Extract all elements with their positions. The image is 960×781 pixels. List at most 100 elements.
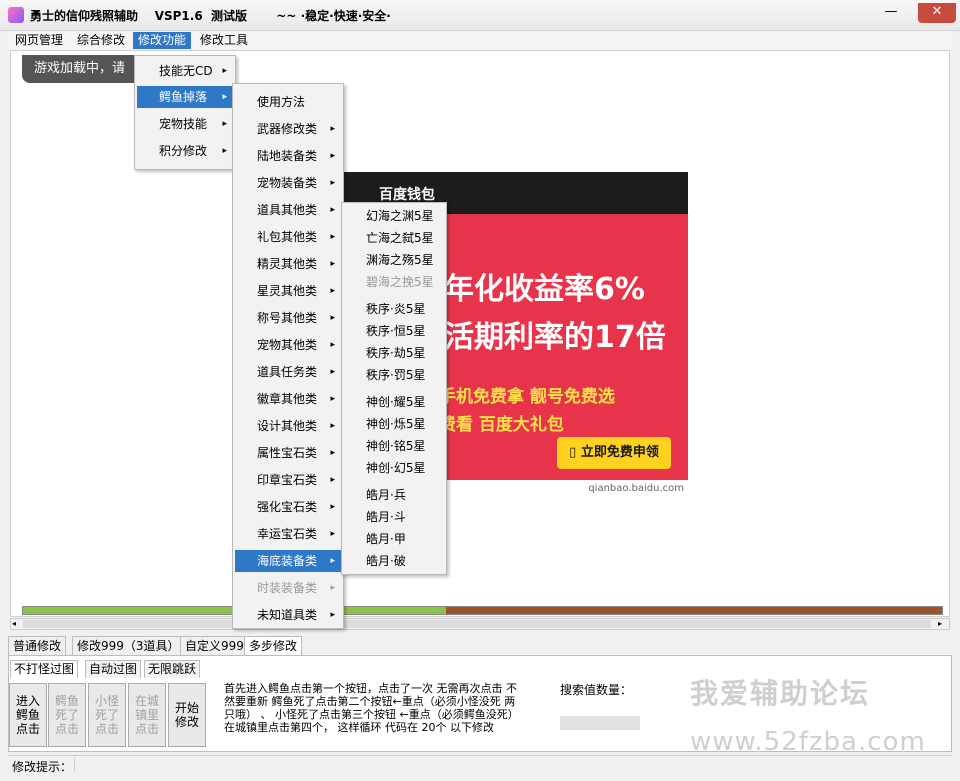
menu-item-seal-gem[interactable]: 印章宝石类 ▸ [235,469,341,491]
menu-modify-functions[interactable]: 修改功能 [133,32,192,49]
menu-modify-tools[interactable]: 修改工具 [195,32,253,49]
menu-item-land-equip[interactable]: 陆地装备类 ▸ [235,145,341,167]
menu-item-design-other[interactable]: 设计其他类 ▸ [235,415,341,437]
tab-custom-999[interactable]: 自定义999 [180,636,249,655]
menu-item-label: 宠物装备类 [257,176,318,190]
submenu-arrow-icon: ▸ [330,583,335,593]
seabed-equip-submenu: 幻海之渊5星 亡海之弑5星 渊海之殇5星 碧海之挽5星 秩序·炎5星 秩序·恒5… [341,202,447,575]
menu-item-label: 陆地装备类 [257,149,318,163]
tab-auto-pass[interactable]: 自动过图 [85,660,142,678]
menu-general-modify[interactable]: 综合修改 [72,32,130,49]
loading-toast: 游戏加载中，请 [22,55,142,83]
submenu-arrow-icon: ▸ [330,448,335,458]
menu-item-creation-4[interactable]: 神创·幻5星 [344,457,444,479]
app-icon [8,7,24,23]
menu-item-seabed-3[interactable]: 渊海之殇5星 [344,249,444,271]
in-town-button[interactable]: 在城镇里点击 [128,683,166,747]
submenu-arrow-icon: ▸ [330,178,335,188]
submenu-arrow-icon: ▸ [330,367,335,377]
crocodile-dead-button[interactable]: 鳄鱼死了点击 [48,683,86,747]
menu-item-label: 宠物其他类 [257,338,318,352]
menu-item-order-1[interactable]: 秩序·炎5星 [344,298,444,320]
menu-item-seabed-equip[interactable]: 海底装备类 ▸ [235,550,341,572]
menu-item-attr-gem[interactable]: 属性宝石类 ▸ [235,442,341,464]
tab-no-fight-pass[interactable]: 不打怪过图 [10,660,79,678]
menu-item-seabed-2[interactable]: 亡海之弑5星 [344,227,444,249]
menu-item-enhance-gem[interactable]: 强化宝石类 ▸ [235,496,341,518]
menu-item-creation-2[interactable]: 神创·烁5星 [344,413,444,435]
menu-item-badge-other[interactable]: 徽章其他类 ▸ [235,388,341,410]
menu-item-gift-other[interactable]: 礼包其他类 ▸ [235,226,341,248]
submenu-arrow-icon: ▸ [330,205,335,215]
ad-promo-line: 手机免费拿 靓号免费选 [439,387,615,407]
ad-cta-button[interactable]: ▯ 立即免费申领 [557,437,671,469]
menu-item-moon-1[interactable]: 皓月·兵 [344,484,444,506]
submenu-arrow-icon: ▸ [330,475,335,485]
menu-item-label: 精灵其他类 [257,257,318,271]
modify-functions-menu: 技能无CD ▸ 鳄鱼掉落 ▸ 宠物技能 ▸ 积分修改 ▸ [134,55,236,170]
menu-item-moon-2[interactable]: 皓月·斗 [344,506,444,528]
menu-item-unknown-item[interactable]: 未知道具类 ▸ [235,604,341,626]
enter-crocodile-button[interactable]: 进入鳄鱼点击 [9,683,47,747]
monster-dead-button[interactable]: 小怪死了点击 [88,683,126,747]
menu-item-item-other[interactable]: 道具其他类 ▸ [235,199,341,221]
menu-item-starspirit-other[interactable]: 星灵其他类 ▸ [235,280,341,302]
menu-item-pet-equip[interactable]: 宠物装备类 ▸ [235,172,341,194]
menu-item-fashion-equip[interactable]: 时装装备类 ▸ [235,577,341,599]
menu-item-label: 道具其他类 [257,203,318,217]
menu-item-seabed-4[interactable]: 碧海之挽5星 [344,271,444,293]
scroll-left-icon[interactable]: ◂ [12,619,16,629]
menu-item-luck-gem[interactable]: 幸运宝石类 ▸ [235,523,341,545]
menu-item-creation-1[interactable]: 神创·耀5星 [344,391,444,413]
tab-modify-999[interactable]: 修改999（3道具） [72,636,185,655]
menu-item-usage[interactable]: 使用方法 [235,91,341,113]
status-label: 修改提示： [12,760,73,774]
menu-item-weapon[interactable]: 武器修改类 ▸ [235,118,341,140]
submenu-arrow-icon: ▸ [222,146,227,156]
minimize-button[interactable]: — [880,3,902,23]
menu-item-order-2[interactable]: 秩序·恒5星 [344,320,444,342]
watermark-url: www.52fzba.com [690,727,926,757]
menu-item-label: 宠物技能 [159,117,208,131]
horizontal-scrollbar[interactable]: ◂ ▸ [10,618,950,630]
ad-promo-line-2: 费看 百度大礼包 [439,415,564,435]
start-modify-button[interactable]: 开始修改 [168,683,206,747]
menu-item-label: 幸运宝石类 [257,527,318,541]
menu-item-pet-other[interactable]: 宠物其他类 ▸ [235,334,341,356]
menu-item-skill-no-cd[interactable]: 技能无CD ▸ [137,60,233,82]
menu-item-creation-3[interactable]: 神创·铭5星 [344,435,444,457]
menu-item-moon-4[interactable]: 皓月·破 [344,550,444,572]
tab-infinite-jump[interactable]: 无限跳跃 [144,660,201,678]
scroll-thumb[interactable] [23,620,931,628]
submenu-arrow-icon: ▸ [330,394,335,404]
menu-item-spirit-other[interactable]: 精灵其他类 ▸ [235,253,341,275]
scroll-right-icon[interactable]: ▸ [938,619,942,629]
menu-item-moon-3[interactable]: 皓月·甲 [344,528,444,550]
menu-item-points-modify[interactable]: 积分修改 ▸ [137,140,233,162]
menu-item-order-4[interactable]: 秩序·罚5星 [344,364,444,386]
submenu-arrow-icon: ▸ [330,421,335,431]
title-bar: 勇士的信仰残照辅助 VSP1.6 测试版 ~~ ·稳定·快速·安全· — ☐ ✕ [0,0,960,31]
submenu-arrow-icon: ▸ [222,66,227,76]
submenu-arrow-icon: ▸ [330,610,335,620]
close-button[interactable]: ✕ [918,3,956,23]
watermark-text: 我爱辅助论坛 [690,677,871,710]
menu-item-title-other[interactable]: 称号其他类 ▸ [235,307,341,329]
tab-multistep-modify[interactable]: 多步修改 [244,636,303,656]
menu-item-crocodile-drop[interactable]: 鳄鱼掉落 ▸ [137,86,233,108]
menu-item-label: 海底装备类 [257,554,318,568]
menu-item-label: 礼包其他类 [257,230,318,244]
submenu-arrow-icon: ▸ [222,119,227,129]
menu-item-item-task[interactable]: 道具任务类 ▸ [235,361,341,383]
menu-webpage-manage[interactable]: 网页管理 [10,32,68,49]
menu-item-label: 未知道具类 [257,608,318,622]
status-bar: 修改提示： [8,755,952,774]
menu-item-pet-skill[interactable]: 宠物技能 ▸ [137,113,233,135]
menu-item-seabed-1[interactable]: 幻海之渊5星 [344,205,444,227]
status-field [74,757,948,772]
menu-item-order-3[interactable]: 秩序·劫5星 [344,342,444,364]
tab-normal-modify[interactable]: 普通修改 [8,636,67,655]
ad-headline: 年化收益率6% [444,272,645,307]
crocodile-drop-submenu: 使用方法 武器修改类 ▸ 陆地装备类 ▸ 宠物装备类 ▸ 道具其他类 ▸ 礼包其他类 ▸ … [232,83,344,629]
menu-item-label: 徽章其他类 [257,392,318,406]
